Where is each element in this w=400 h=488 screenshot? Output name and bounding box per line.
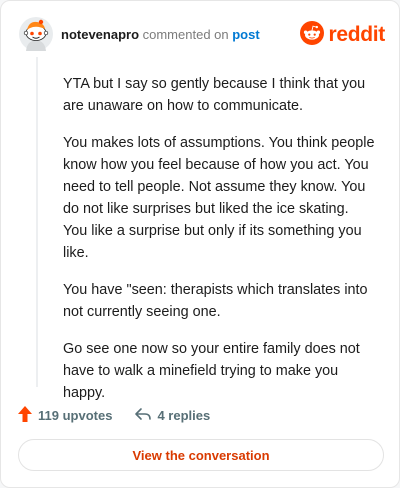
upvote-count: 119 upvotes: [38, 407, 113, 423]
reply-arrow-icon: [134, 406, 157, 425]
post-link[interactable]: post: [232, 27, 259, 42]
comment-body: YTA but I say so gently because I think …: [63, 73, 375, 419]
username-link[interactable]: notevenapro: [61, 27, 139, 42]
upvote-button[interactable]: 119 upvotes: [17, 405, 112, 426]
comment-card: notevenapro commented on post reddit YTA…: [0, 0, 400, 488]
reddit-wordmark: reddit: [328, 23, 385, 46]
upvote-arrow-icon: [17, 405, 38, 426]
comment-meta: notevenapro commented on post: [61, 27, 260, 43]
comment-action-text: commented on: [139, 27, 233, 42]
snoo-avatar-icon[interactable]: [19, 17, 53, 51]
replies-button[interactable]: 4 replies: [134, 406, 210, 425]
comment-paragraph: YTA but I say so gently because I think …: [63, 76, 366, 114]
thread-line[interactable]: [36, 57, 38, 387]
view-conversation-button[interactable]: View the conversation: [18, 439, 384, 471]
comment-actions: 119 upvotes 4 replies: [17, 403, 232, 427]
reply-count: 4 replies: [157, 407, 211, 423]
reddit-logo-icon: [300, 20, 325, 50]
comment-paragraph: You have "seen: therapists which transla…: [63, 282, 368, 320]
reddit-logo[interactable]: reddit: [300, 20, 385, 50]
comment-paragraph: Go see one now so your entire family doe…: [63, 341, 360, 401]
comment-header: notevenapro commented on post reddit: [17, 15, 385, 55]
comment-paragraph: You makes lots of assumptions. You think…: [63, 135, 375, 261]
